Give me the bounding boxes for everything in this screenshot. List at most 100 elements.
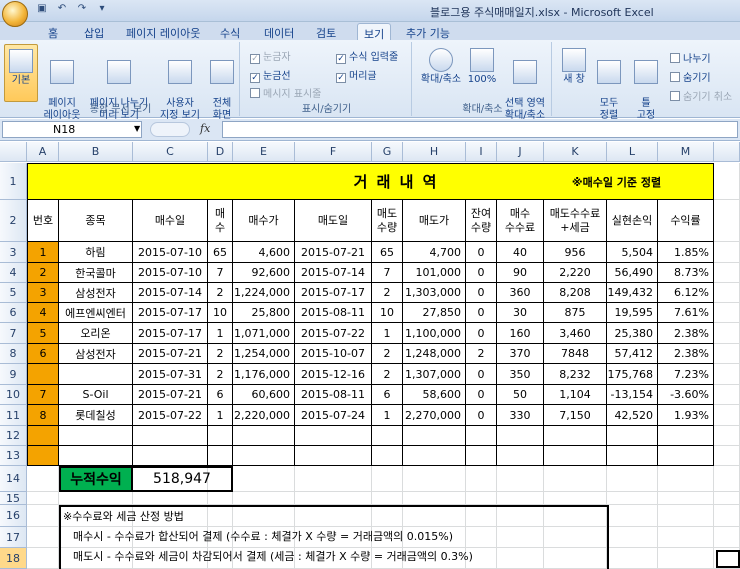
row-number-cell[interactable]: 2 — [27, 263, 59, 283]
cell[interactable] — [714, 385, 740, 405]
data-cell[interactable]: 2 — [372, 344, 403, 364]
data-cell[interactable] — [544, 446, 607, 466]
row-header[interactable]: 16 — [0, 505, 27, 527]
data-cell[interactable]: 58,600 — [403, 385, 466, 405]
tab-page-layout[interactable]: 페이지 레이아웃 — [120, 23, 206, 40]
row-header[interactable]: 1 — [0, 163, 27, 200]
data-cell[interactable]: 2015-12-16 — [295, 364, 372, 385]
data-cell[interactable]: 1 — [208, 323, 233, 344]
row-number-cell[interactable]: 1 — [27, 242, 59, 263]
new-window-button[interactable]: 새 창 — [558, 48, 590, 86]
column-label[interactable]: 종목 — [59, 200, 133, 242]
data-cell[interactable]: 2 — [208, 364, 233, 385]
cell[interactable] — [607, 492, 658, 505]
row-header[interactable]: 9 — [0, 364, 27, 385]
row-header[interactable]: 17 — [0, 527, 27, 548]
data-cell[interactable]: 2015-07-22 — [295, 323, 372, 344]
cell[interactable] — [714, 426, 740, 446]
data-cell[interactable]: 7848 — [544, 344, 607, 364]
column-header-i[interactable]: I — [466, 142, 497, 162]
cell[interactable] — [372, 466, 403, 492]
data-cell[interactable]: 65 — [372, 242, 403, 263]
row-number-cell[interactable]: 5 — [27, 323, 59, 344]
cell[interactable] — [607, 466, 658, 492]
data-cell[interactable]: 101,000 — [403, 263, 466, 283]
data-cell[interactable]: 2015-07-10 — [133, 263, 208, 283]
column-header-b[interactable]: B — [59, 142, 133, 162]
data-cell[interactable] — [295, 426, 372, 446]
row-header[interactable]: 5 — [0, 283, 27, 303]
save-icon[interactable]: ▣ — [34, 3, 50, 18]
data-cell[interactable]: 0 — [466, 283, 497, 303]
cell[interactable] — [714, 505, 740, 527]
data-cell[interactable]: 2015-10-07 — [295, 344, 372, 364]
data-cell[interactable] — [59, 446, 133, 466]
office-button[interactable] — [2, 1, 28, 27]
data-cell[interactable]: -3.60% — [658, 385, 714, 405]
cell[interactable] — [133, 492, 208, 505]
cell[interactable] — [714, 242, 740, 263]
unhide-button[interactable]: 숨기기 취소 — [670, 88, 732, 103]
data-cell[interactable]: 56,490 — [607, 263, 658, 283]
tab-view[interactable]: 보기 — [357, 23, 392, 41]
data-cell[interactable] — [466, 426, 497, 446]
data-cell[interactable] — [59, 364, 133, 385]
data-cell[interactable] — [607, 446, 658, 466]
tab-review[interactable]: 검토 — [310, 23, 342, 40]
data-cell[interactable]: 30 — [497, 303, 544, 323]
data-cell[interactable]: 2015-07-17 — [133, 303, 208, 323]
data-cell[interactable]: 360 — [497, 283, 544, 303]
data-cell[interactable] — [466, 446, 497, 466]
data-cell[interactable]: 1,307,000 — [403, 364, 466, 385]
cell[interactable] — [403, 466, 466, 492]
data-cell[interactable]: 2015-07-10 — [133, 242, 208, 263]
data-cell[interactable]: 0 — [466, 303, 497, 323]
data-cell[interactable]: 25,800 — [233, 303, 295, 323]
data-cell[interactable]: 7.61% — [658, 303, 714, 323]
data-cell[interactable]: 삼성전자 — [59, 344, 133, 364]
data-cell[interactable]: 0 — [466, 263, 497, 283]
data-cell[interactable] — [544, 426, 607, 446]
data-cell[interactable]: 875 — [544, 303, 607, 323]
gridlines-checkbox[interactable]: ✓ 눈금선 — [250, 67, 291, 83]
row-header[interactable]: 10 — [0, 385, 27, 405]
row-header[interactable]: 14 — [0, 466, 27, 492]
ruler-checkbox[interactable]: ✓ 눈금자 — [250, 48, 291, 64]
data-cell[interactable]: 2015-07-24 — [295, 405, 372, 426]
data-cell[interactable] — [59, 426, 133, 446]
cell[interactable] — [27, 548, 59, 569]
data-cell[interactable] — [658, 446, 714, 466]
data-cell[interactable]: 1,104 — [544, 385, 607, 405]
data-cell[interactable]: 7.23% — [658, 364, 714, 385]
data-cell[interactable]: 2,270,000 — [403, 405, 466, 426]
data-cell[interactable] — [233, 446, 295, 466]
row-number-cell[interactable]: 8 — [27, 405, 59, 426]
column-label[interactable]: 매도가 — [403, 200, 466, 242]
data-cell[interactable]: 3,460 — [544, 323, 607, 344]
data-cell[interactable] — [372, 446, 403, 466]
data-cell[interactable]: 0 — [466, 405, 497, 426]
data-cell[interactable]: 오리온 — [59, 323, 133, 344]
column-header-g[interactable]: G — [372, 142, 403, 162]
column-header-m[interactable]: M — [658, 142, 714, 162]
data-cell[interactable]: 1 — [372, 323, 403, 344]
cell[interactable] — [607, 548, 658, 569]
notes-box[interactable]: ※수수료와 세금 산정 방법 매수시 - 수수료가 합산되어 결제 (수수료 : … — [59, 505, 609, 569]
tab-insert[interactable]: 삽입 — [78, 23, 110, 40]
data-cell[interactable]: 하림 — [59, 242, 133, 263]
column-header[interactable] — [714, 142, 740, 162]
cell[interactable] — [714, 527, 740, 548]
cell[interactable] — [714, 303, 740, 323]
data-cell[interactable]: 2015-07-14 — [133, 283, 208, 303]
data-cell[interactable]: 60,600 — [233, 385, 295, 405]
data-cell[interactable] — [295, 446, 372, 466]
data-cell[interactable]: 2,220,000 — [233, 405, 295, 426]
data-cell[interactable]: 2015-08-11 — [295, 303, 372, 323]
data-cell[interactable]: 0 — [466, 242, 497, 263]
data-cell[interactable] — [208, 426, 233, 446]
data-cell[interactable]: 4,700 — [403, 242, 466, 263]
data-cell[interactable]: 370 — [497, 344, 544, 364]
cell[interactable] — [714, 364, 740, 385]
data-cell[interactable]: 5,504 — [607, 242, 658, 263]
data-cell[interactable]: 42,520 — [607, 405, 658, 426]
